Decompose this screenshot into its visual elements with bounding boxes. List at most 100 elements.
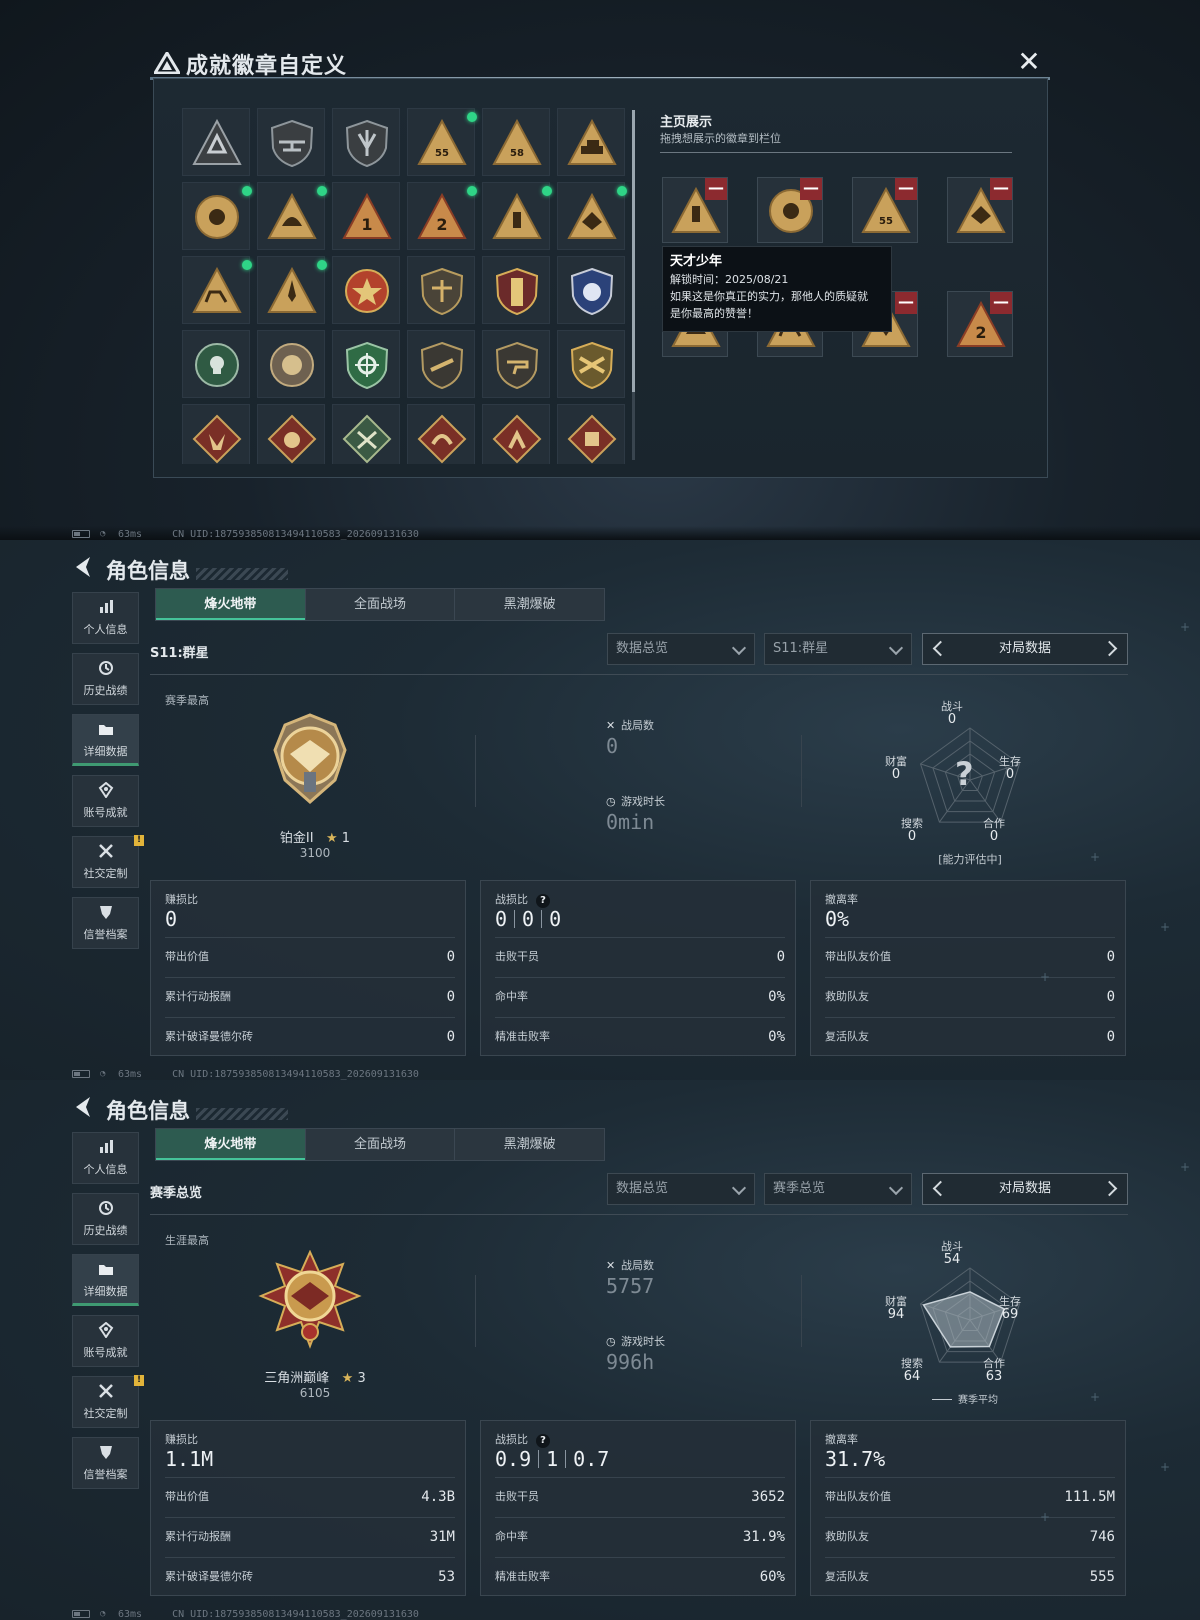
playtime-label: ◷ 游戏时长 (606, 793, 665, 809)
badge-cell[interactable] (407, 404, 475, 464)
nav-medal[interactable]: 账号成就 (72, 1315, 139, 1367)
role-info-panel: 角色信息 个人信息 历史战绩 详细数据 账号成就 社交定制! 信誉档案 烽火地带 全面战场 黑潮爆… (0, 540, 1200, 1080)
badge-cell[interactable] (407, 330, 475, 398)
nav-clock[interactable]: 历史战绩 (72, 653, 139, 705)
badge-cell[interactable] (257, 108, 325, 176)
radar-label-wealth: 财富 0 (876, 755, 916, 781)
badge-cell[interactable] (182, 404, 250, 464)
nav-clock[interactable]: 历史战绩 (72, 1193, 139, 1245)
help-icon[interactable]: ? (536, 1434, 550, 1448)
badge-cell[interactable] (557, 256, 625, 324)
nav-tools[interactable]: 社交定制! (72, 835, 144, 888)
radar-label-survive: 生存 0 (990, 755, 1030, 781)
nav-tools[interactable]: 社交定制! (72, 1375, 144, 1428)
badge-cell[interactable]: 1 (332, 182, 400, 250)
tab-mode[interactable]: 全面战场 (306, 1129, 456, 1160)
badge-cell[interactable] (332, 256, 400, 324)
badge-cell[interactable] (482, 404, 550, 464)
radar-label-combat: 战斗 0 (932, 700, 972, 726)
showcase-slot[interactable]: — (662, 177, 728, 243)
help-icon[interactable]: ? (536, 894, 550, 908)
tab-mode[interactable]: 黑潮爆破 (455, 589, 604, 620)
badge-cell[interactable] (257, 330, 325, 398)
badge-cell[interactable] (482, 182, 552, 250)
back-icon[interactable] (72, 554, 92, 580)
radar-label-coop: 合作 0 (974, 817, 1014, 843)
tab-mode[interactable]: 烽火地带 (156, 1129, 306, 1160)
chevron-left-icon[interactable] (932, 640, 949, 657)
nav-bar-chart[interactable]: 个人信息 (72, 1132, 139, 1184)
tab-mode[interactable]: 全面战场 (306, 589, 456, 620)
badge-cell[interactable] (182, 256, 252, 324)
box-title: 赚损比 (165, 891, 198, 907)
nav-folder[interactable]: 详细数据 (72, 1254, 139, 1306)
badge-cell[interactable] (332, 330, 400, 398)
nav-bar-chart[interactable]: 个人信息 (72, 592, 139, 644)
pager-label: 对局数据 (998, 641, 1051, 656)
scrollbar[interactable] (632, 110, 635, 392)
remove-button[interactable]: — (990, 292, 1012, 314)
season-dropdown[interactable]: 赛季总览 (764, 1173, 912, 1205)
showcase-slot[interactable]: 55 — (852, 177, 918, 243)
remove-button[interactable]: — (895, 292, 917, 314)
overview-dropdown[interactable]: 数据总览 (607, 633, 755, 665)
nav-shield[interactable]: 信誉档案 (72, 1437, 139, 1489)
tab-mode[interactable]: 黑潮爆破 (455, 1129, 604, 1160)
remove-button[interactable]: — (990, 178, 1012, 200)
season-dropdown[interactable]: S11:群星 (764, 633, 912, 665)
battery-icon (72, 530, 90, 538)
showcase-slot[interactable]: — (947, 177, 1013, 243)
badge-cell[interactable] (182, 182, 252, 250)
badge-cell[interactable]: 2 (407, 182, 477, 250)
remove-button[interactable]: — (895, 178, 917, 200)
nav-shield[interactable]: 信誉档案 (72, 897, 139, 949)
badge-cell[interactable] (257, 182, 327, 250)
badge-cell[interactable] (257, 404, 325, 464)
badge-screen: 成就徽章自定义 ✕ 55 58 1 2 主页展示 拖拽想展示的徽章到栏位 — — 55 — —… (0, 0, 1200, 540)
badge-cell[interactable] (557, 330, 625, 398)
stat-row: 命中率 0% (495, 977, 785, 1015)
triangle-emblem-icon (192, 118, 242, 165)
plus-decoration: + (1040, 970, 1051, 984)
plus-decoration: + (1040, 1510, 1051, 1524)
bar-chart-icon (73, 1139, 138, 1161)
close-icon[interactable]: ✕ (1016, 48, 1042, 76)
remove-button[interactable]: — (705, 178, 727, 200)
badge-cell[interactable] (482, 256, 550, 324)
radar-axis-value: 63 (985, 1369, 1003, 1384)
ping: 63ms (118, 1608, 143, 1620)
badge-cell[interactable]: 55 (407, 108, 477, 176)
badge-cell[interactable] (482, 330, 550, 398)
chevron-left-icon[interactable] (932, 1180, 949, 1197)
kd-values: 0.9 1 0.7 (495, 1447, 609, 1471)
badge-cell[interactable] (332, 108, 400, 176)
badge-1-icon: 1 (342, 192, 392, 239)
box-main-value: 1.1M (165, 1447, 214, 1471)
tab-mode[interactable]: 烽火地带 (156, 589, 306, 620)
stat-row: 累计行动报酬 31M (165, 1517, 455, 1555)
radar-label-search: 搜索 64 (892, 1357, 932, 1383)
showcase-slot[interactable]: — (757, 177, 823, 243)
badge-cell[interactable]: 58 (482, 108, 550, 176)
box-title-text: 战损比 (495, 893, 528, 906)
nav-folder[interactable]: 详细数据 (72, 714, 139, 766)
remove-button[interactable]: — (800, 178, 822, 200)
badge-cell[interactable] (557, 404, 625, 464)
back-icon[interactable] (72, 1094, 92, 1120)
badge-cell[interactable] (182, 330, 250, 398)
badge-cell[interactable] (257, 256, 327, 324)
separator (475, 1275, 476, 1347)
chevron-right-icon[interactable] (1101, 1180, 1118, 1197)
badge-cell[interactable] (407, 256, 475, 324)
badge-cell[interactable] (332, 404, 400, 464)
badge-cell[interactable] (182, 108, 250, 176)
plus-decoration: + (1180, 1160, 1191, 1174)
nav-medal[interactable]: 账号成就 (72, 775, 139, 827)
overview-dropdown[interactable]: 数据总览 (607, 1173, 755, 1205)
showcase-slot[interactable]: 2— (947, 291, 1013, 357)
badge-cell[interactable] (557, 182, 627, 250)
badge-cell[interactable] (557, 108, 625, 176)
chevron-right-icon[interactable] (1101, 640, 1118, 657)
stat-value: 4.3B (421, 1489, 455, 1505)
box-main-value: 31.7% (825, 1447, 886, 1471)
